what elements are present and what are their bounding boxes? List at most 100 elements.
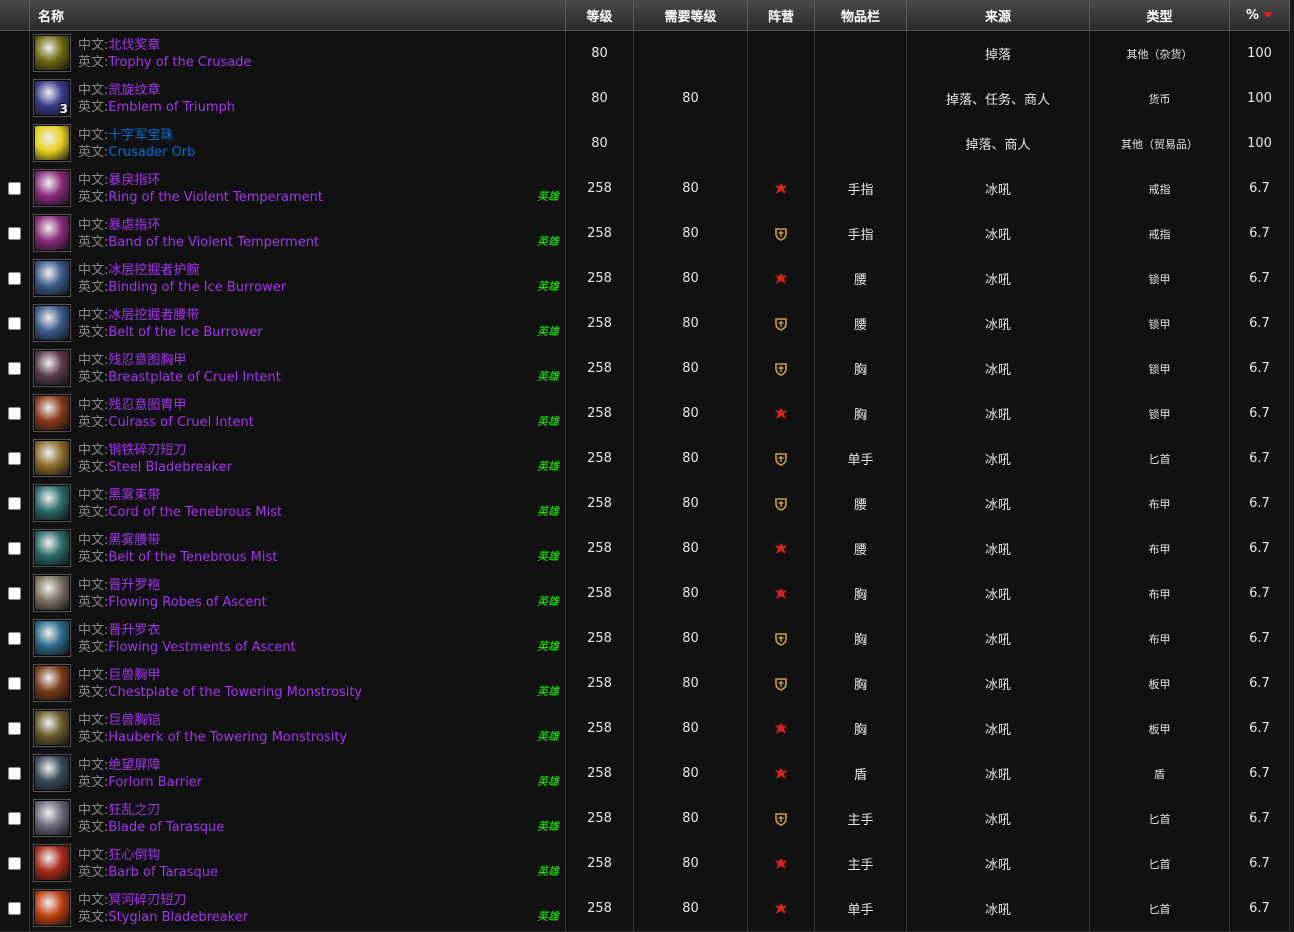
item-name-cn[interactable]: 北伐奖章: [108, 38, 160, 53]
item-name-en[interactable]: Stygian Bladebreaker: [108, 910, 248, 925]
item-name-cn[interactable]: 黑雾束带: [108, 488, 160, 503]
row-checkbox[interactable]: [8, 227, 21, 240]
item-name-cn[interactable]: 晋升罗袍: [108, 578, 160, 593]
item-name-en[interactable]: Hauberk of the Towering Monstrosity: [108, 730, 347, 745]
item-name-en[interactable]: Emblem of Triumph: [108, 100, 235, 115]
chest-icon[interactable]: [34, 665, 70, 701]
item-name-en[interactable]: Steel Bladebreaker: [108, 460, 232, 475]
ring-icon[interactable]: [34, 215, 70, 251]
row-checkbox[interactable]: [8, 587, 21, 600]
item-type: 布甲: [1090, 481, 1230, 526]
row-checkbox[interactable]: [8, 812, 21, 825]
shield-icon[interactable]: [34, 755, 70, 791]
row-checkbox[interactable]: [8, 902, 21, 915]
header-type[interactable]: 类型: [1090, 0, 1230, 30]
item-name-en[interactable]: Breastplate of Cruel Intent: [108, 370, 280, 385]
item-names: 中文:巨兽胸铠 英文:Hauberk of the Towering Monstr…: [78, 712, 347, 746]
header-source[interactable]: 来源: [907, 0, 1090, 30]
item-name-cn[interactable]: 残忍意图胄甲: [108, 398, 186, 413]
item-name-en[interactable]: Chestplate of the Towering Monstrosity: [108, 685, 362, 700]
item-name-cell: 中文:黑雾腰带 英文:Belt of the Tenebrous Mist 英雄: [30, 526, 566, 571]
item-name-en[interactable]: Barb of Tarasque: [108, 865, 218, 880]
alliance-icon: [775, 632, 787, 646]
item-name-cn[interactable]: 冰层挖掘者护腕: [108, 263, 199, 278]
en-label: 英文:: [78, 640, 109, 655]
item-name-en[interactable]: Ring of the Violent Temperament: [108, 190, 323, 205]
belt-icon[interactable]: [34, 530, 70, 566]
ring-icon[interactable]: [34, 170, 70, 206]
dagger-icon[interactable]: [34, 800, 70, 836]
header-req-level[interactable]: 需要等级: [634, 0, 748, 30]
item-name-cn[interactable]: 凯旋纹章: [108, 83, 160, 98]
item-name-cn[interactable]: 巨兽胸铠: [108, 713, 160, 728]
item-type: 锁甲: [1090, 301, 1230, 346]
item-name-cn[interactable]: 绝望屏障: [108, 758, 160, 773]
item-name-en[interactable]: Crusader Orb: [108, 145, 195, 160]
chest-icon[interactable]: [34, 395, 70, 431]
dagger-icon[interactable]: [34, 440, 70, 476]
row-checkbox[interactable]: [8, 857, 21, 870]
item-name-cn[interactable]: 钢铁碎刃短刀: [108, 443, 186, 458]
row-checkbox[interactable]: [8, 677, 21, 690]
bracer-icon[interactable]: [34, 260, 70, 296]
row-checkbox-cell: [0, 436, 30, 481]
item-names: 中文:绝望屏障 英文:Forlorn Barrier: [78, 757, 202, 791]
en-label: 英文:: [78, 55, 109, 70]
item-name-cn[interactable]: 十字军宝珠: [108, 128, 173, 143]
header-slot[interactable]: 物品栏: [815, 0, 907, 30]
emblem-icon[interactable]: 3: [34, 80, 70, 116]
row-checkbox[interactable]: [8, 542, 21, 555]
row-checkbox[interactable]: [8, 767, 21, 780]
robe-icon[interactable]: [34, 575, 70, 611]
item-name-en[interactable]: Blade of Tarasque: [108, 820, 224, 835]
item-name-en[interactable]: Flowing Vestments of Ascent: [108, 640, 295, 655]
item-name-cn[interactable]: 狂心倒钩: [108, 848, 160, 863]
item-name-en[interactable]: Binding of the Ice Burrower: [108, 280, 286, 295]
item-name-en[interactable]: Belt of the Ice Burrower: [108, 325, 262, 340]
row-checkbox[interactable]: [8, 452, 21, 465]
row-checkbox[interactable]: [8, 632, 21, 645]
item-name-cn[interactable]: 狂乱之刃: [108, 803, 160, 818]
item-name-en[interactable]: Belt of the Tenebrous Mist: [108, 550, 277, 565]
item-name-en[interactable]: Band of the Violent Temperment: [108, 235, 319, 250]
row-checkbox[interactable]: [8, 722, 21, 735]
chest-icon[interactable]: [34, 710, 70, 746]
item-name-en[interactable]: Trophy of the Crusade: [108, 55, 251, 70]
row-checkbox[interactable]: [8, 182, 21, 195]
row-checkbox[interactable]: [8, 317, 21, 330]
header-level[interactable]: 等级: [566, 0, 634, 30]
faction-cell: [748, 121, 815, 166]
header-faction[interactable]: 阵营: [748, 0, 815, 30]
belt-icon[interactable]: [34, 485, 70, 521]
header-percent[interactable]: %: [1230, 0, 1290, 30]
dagger-icon[interactable]: [34, 845, 70, 881]
item-name-cn[interactable]: 冥河碎刃短刀: [108, 893, 186, 908]
belt-icon[interactable]: [34, 305, 70, 341]
item-name-en[interactable]: Flowing Robes of Ascent: [108, 595, 266, 610]
row-checkbox[interactable]: [8, 407, 21, 420]
item-name-cn[interactable]: 晋升罗衣: [108, 623, 160, 638]
item-name-cn[interactable]: 暴戾指环: [108, 173, 160, 188]
item-name-cn[interactable]: 暴虐指环: [108, 218, 160, 233]
row-checkbox[interactable]: [8, 497, 21, 510]
dagger-icon[interactable]: [34, 890, 70, 926]
item-name-en[interactable]: Forlorn Barrier: [108, 775, 202, 790]
item-name-en[interactable]: Cuirass of Cruel Intent: [108, 415, 254, 430]
table-row: 中文:残忍意图胸甲 英文:Breastplate of Cruel Intent 英…: [0, 346, 1290, 392]
en-line: 英文:Hauberk of the Towering Monstrosity: [78, 729, 347, 746]
orb-icon[interactable]: [34, 125, 70, 161]
robe-icon[interactable]: [34, 620, 70, 656]
chest-icon[interactable]: [34, 350, 70, 386]
item-source: 冰吼: [907, 841, 1090, 886]
item-name-cn[interactable]: 冰层挖掘者腰带: [108, 308, 199, 323]
row-checkbox[interactable]: [8, 272, 21, 285]
trophy-icon[interactable]: [34, 35, 70, 71]
item-name-cn[interactable]: 残忍意图胸甲: [108, 353, 186, 368]
item-name-cn[interactable]: 黑雾腰带: [108, 533, 160, 548]
item-name-en[interactable]: Cord of the Tenebrous Mist: [108, 505, 282, 520]
header-name[interactable]: 名称: [30, 0, 566, 30]
item-source: 冰吼: [907, 301, 1090, 346]
row-checkbox[interactable]: [8, 362, 21, 375]
item-name-cn[interactable]: 巨兽胸甲: [108, 668, 160, 683]
en-line: 英文:Blade of Tarasque: [78, 819, 224, 836]
